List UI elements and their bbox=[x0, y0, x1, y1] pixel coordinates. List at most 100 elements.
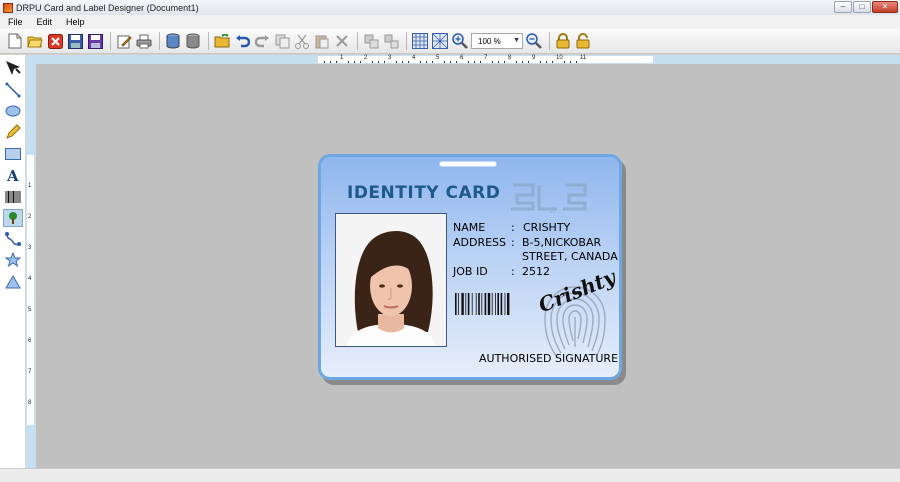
cut-button[interactable] bbox=[293, 32, 311, 50]
address-line2[interactable]: STREET, CANADA bbox=[522, 250, 618, 263]
pencil-tool[interactable] bbox=[3, 123, 23, 141]
open-button[interactable] bbox=[26, 32, 44, 50]
grid-button[interactable] bbox=[411, 32, 429, 50]
barcode-bar bbox=[484, 293, 487, 315]
copy-button[interactable] bbox=[273, 32, 291, 50]
lock-button[interactable] bbox=[554, 32, 572, 50]
ruler-tick bbox=[480, 61, 481, 63]
ruler-tick bbox=[384, 61, 385, 63]
close-button[interactable]: ✕ bbox=[872, 1, 898, 13]
text-icon: A bbox=[6, 167, 19, 183]
ruler-tick bbox=[324, 61, 325, 63]
svg-text:SLS: SLS bbox=[549, 210, 555, 214]
toolbar-separator bbox=[159, 32, 160, 50]
line-tool[interactable] bbox=[3, 81, 23, 99]
barcode-bar bbox=[504, 293, 506, 315]
undo-button[interactable] bbox=[233, 32, 251, 50]
rectangle-tool[interactable] bbox=[3, 145, 23, 163]
address-line1[interactable]: B-5,NICKOBAR bbox=[522, 236, 601, 249]
zoom-out-button[interactable] bbox=[525, 32, 543, 50]
unlock-button[interactable] bbox=[574, 32, 592, 50]
snap-button[interactable] bbox=[431, 32, 449, 50]
copy-icon bbox=[275, 34, 289, 48]
ungroup-button[interactable] bbox=[382, 32, 400, 50]
card-title[interactable]: IDENTITY CARD bbox=[347, 183, 500, 203]
ruler-tick bbox=[498, 61, 499, 63]
ruler-tick bbox=[468, 61, 469, 63]
profile-photo[interactable] bbox=[335, 213, 447, 347]
new-button[interactable] bbox=[6, 32, 24, 50]
triangle-icon bbox=[5, 275, 21, 289]
ruler-tick bbox=[444, 61, 445, 63]
ruler-label: 5 bbox=[436, 55, 440, 61]
select-icon bbox=[6, 61, 21, 75]
id-card[interactable]: IDENTITY CARD SLS NAME : CRISHTY ADDRESS… bbox=[318, 154, 622, 380]
ruler-label: 10 bbox=[556, 55, 563, 61]
ruler-tick bbox=[408, 61, 409, 63]
triangle-tool[interactable] bbox=[3, 273, 23, 291]
ruler-tick bbox=[528, 61, 529, 63]
jobid-colon: : bbox=[511, 265, 515, 278]
toolbar-separator bbox=[406, 32, 407, 50]
company-logo[interactable]: SLS bbox=[509, 179, 595, 215]
barcode-bar bbox=[478, 293, 480, 315]
delete-button[interactable] bbox=[333, 32, 351, 50]
picture-icon bbox=[9, 212, 17, 224]
delete-icon bbox=[336, 35, 348, 47]
text-tool[interactable]: A bbox=[3, 166, 23, 184]
zoom-in-icon bbox=[452, 33, 468, 49]
unlock-icon bbox=[576, 33, 590, 49]
save-as-button[interactable] bbox=[86, 32, 104, 50]
edit-button[interactable] bbox=[115, 32, 133, 50]
print-button[interactable] bbox=[135, 32, 153, 50]
name-colon: : bbox=[511, 221, 515, 234]
menu-help[interactable]: Help bbox=[58, 17, 91, 27]
database-button[interactable] bbox=[164, 32, 182, 50]
ruler-tick bbox=[492, 61, 493, 63]
ellipse-tool[interactable] bbox=[3, 102, 23, 120]
maximize-button[interactable]: □ bbox=[853, 1, 871, 13]
group-button[interactable] bbox=[362, 32, 380, 50]
barcode-tool[interactable] bbox=[3, 188, 23, 206]
folder-button[interactable] bbox=[213, 32, 231, 50]
ruler-tick bbox=[420, 61, 421, 63]
barcode-image[interactable] bbox=[454, 292, 524, 320]
ruler-label: 1 bbox=[340, 55, 344, 61]
star-tool[interactable] bbox=[3, 251, 23, 269]
barcode-bar bbox=[461, 293, 464, 315]
cut-icon bbox=[295, 34, 309, 49]
redo-button[interactable] bbox=[253, 32, 271, 50]
picture-tool[interactable] bbox=[3, 209, 23, 227]
app-icon bbox=[3, 2, 13, 13]
name-value[interactable]: CRISHTY bbox=[523, 221, 570, 234]
ruler-label: 8 bbox=[28, 400, 32, 406]
ruler-tick bbox=[372, 61, 373, 63]
ruler-tick bbox=[396, 61, 397, 63]
chevron-down-icon[interactable]: ▼ bbox=[513, 37, 520, 44]
toolbar-separator bbox=[208, 32, 209, 50]
ruler-label: 7 bbox=[484, 55, 488, 61]
ruler-tick bbox=[552, 61, 553, 63]
close-doc-button[interactable] bbox=[46, 32, 64, 50]
ruler-label: 4 bbox=[28, 276, 32, 282]
barcode-bar bbox=[495, 293, 496, 315]
import-button[interactable] bbox=[184, 32, 202, 50]
curve-tool[interactable] bbox=[3, 230, 23, 248]
barcode-bar bbox=[455, 293, 457, 315]
zoom-in-button[interactable] bbox=[451, 32, 469, 50]
paste-button[interactable] bbox=[313, 32, 331, 50]
save-button[interactable] bbox=[66, 32, 84, 50]
authorised-signature-label[interactable]: AUTHORISED SIGNATURE bbox=[479, 352, 618, 365]
lock-icon bbox=[556, 33, 570, 49]
ruler-tick bbox=[378, 61, 379, 63]
new-icon bbox=[8, 33, 22, 49]
zoom-select[interactable]: 100 % ▼ bbox=[471, 33, 523, 49]
barcode-bar bbox=[475, 293, 477, 315]
barcode-bar bbox=[491, 293, 493, 315]
ruler-tick bbox=[354, 61, 355, 63]
minimize-button[interactable]: – bbox=[834, 1, 852, 13]
save-as-icon bbox=[87, 33, 103, 49]
menu-edit[interactable]: Edit bbox=[29, 17, 59, 27]
menu-file[interactable]: File bbox=[0, 17, 29, 27]
select-tool[interactable] bbox=[3, 59, 23, 77]
